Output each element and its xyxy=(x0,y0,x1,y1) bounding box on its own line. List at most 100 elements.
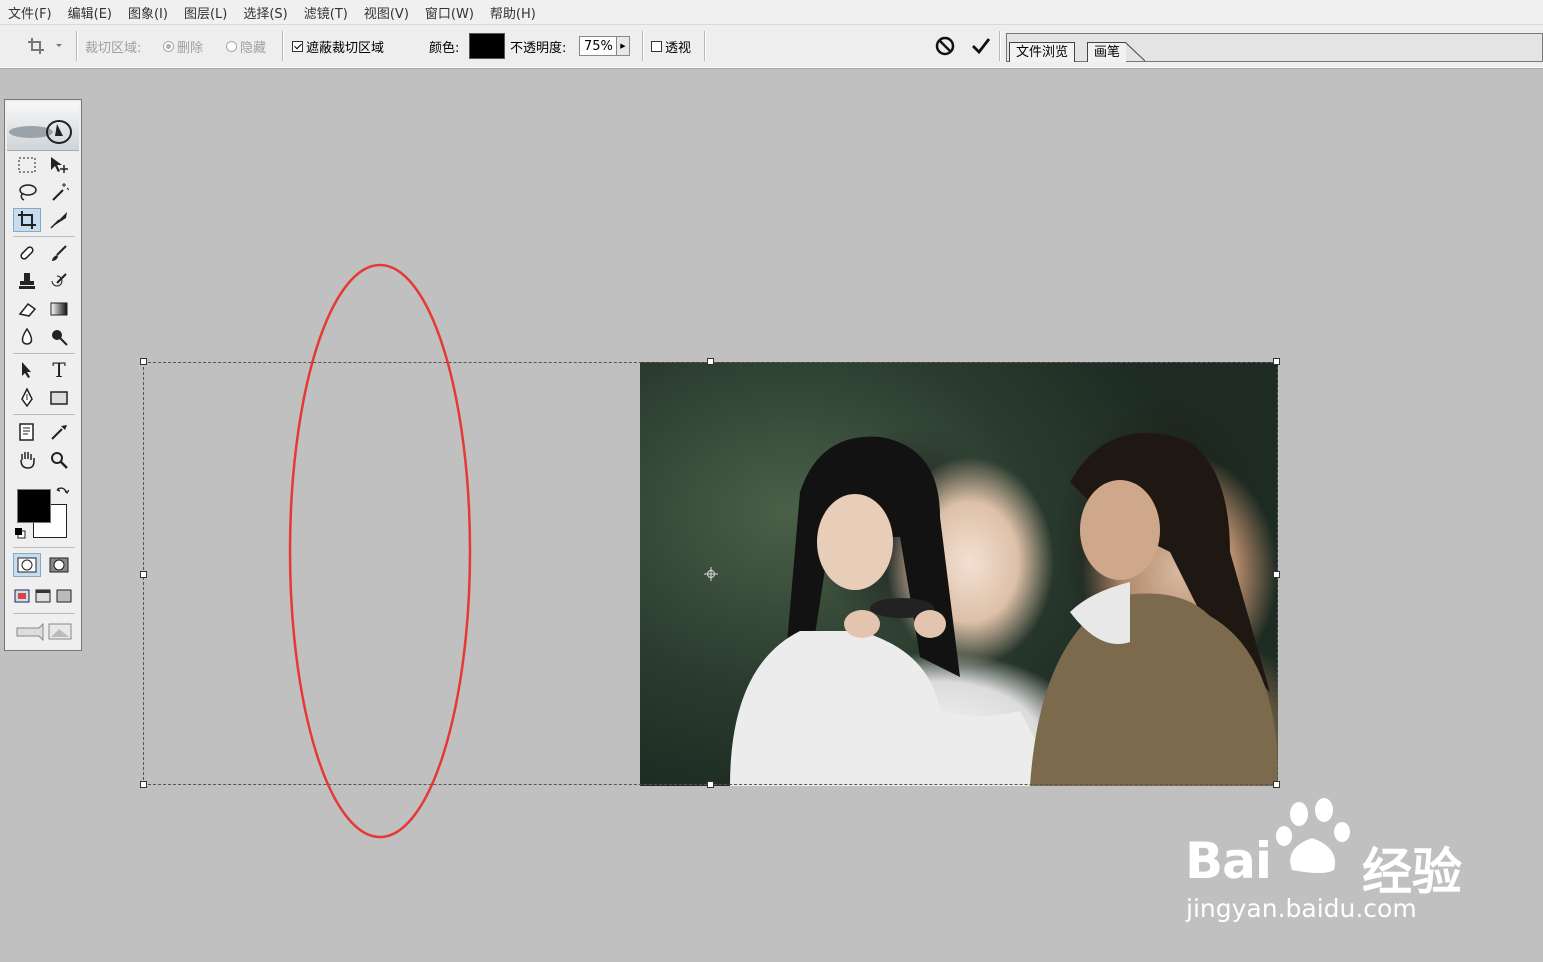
delete-radio[interactable]: 删除 xyxy=(163,25,203,67)
separator xyxy=(13,414,75,415)
separator xyxy=(76,31,78,61)
foreground-color-swatch[interactable] xyxy=(17,489,51,523)
history-brush-tool[interactable] xyxy=(45,269,73,293)
play-arrow-icon[interactable]: ▶ xyxy=(615,37,629,55)
crop-center-point-icon[interactable] xyxy=(704,567,718,581)
marquee-tool[interactable] xyxy=(13,153,41,177)
swap-colors-icon[interactable] xyxy=(55,485,69,499)
tab-edge-decoration xyxy=(1125,42,1145,62)
full-screen-icon[interactable] xyxy=(55,587,73,605)
healing-brush-tool[interactable] xyxy=(13,241,41,265)
toolbox: T xyxy=(4,99,82,651)
feather-logo-icon xyxy=(9,120,72,144)
checkbox-icon xyxy=(292,40,303,52)
color-label: 颜色: xyxy=(429,40,460,56)
notes-icon xyxy=(19,423,34,441)
tool-preset-picker[interactable] xyxy=(26,25,62,67)
zoom-tool[interactable] xyxy=(45,448,73,472)
crop-area-label: 裁切区域: xyxy=(85,40,142,56)
cancel-button[interactable] xyxy=(934,25,956,67)
crop-handle-top-left[interactable] xyxy=(140,358,147,365)
tab-brushes[interactable]: 画笔 xyxy=(1087,42,1127,62)
path-selection-tool[interactable] xyxy=(13,358,41,382)
hand-tool[interactable] xyxy=(13,448,41,472)
shape-tool[interactable] xyxy=(45,386,73,410)
eraser-tool[interactable] xyxy=(13,297,41,321)
shield-checkbox[interactable]: 遮蔽裁切区域 xyxy=(292,25,384,67)
standard-mode-button[interactable] xyxy=(13,553,41,577)
eraser-icon xyxy=(18,302,37,317)
move-icon xyxy=(51,157,68,173)
brush-tool[interactable] xyxy=(45,241,73,265)
pen-tool[interactable] xyxy=(13,386,41,410)
healing-brush-icon xyxy=(20,246,34,260)
standard-screen-icon[interactable] xyxy=(13,587,31,605)
separator xyxy=(704,31,706,61)
tab-file-browser[interactable]: 文件浏览 xyxy=(1009,42,1076,62)
eyedropper-tool[interactable] xyxy=(45,420,73,444)
pen-icon xyxy=(21,388,33,408)
quick-mask-button[interactable] xyxy=(45,553,73,577)
type-tool[interactable]: T xyxy=(45,358,73,382)
menu-layer[interactable]: 图层(L) xyxy=(176,3,235,22)
perspective-checkbox[interactable]: 透视 xyxy=(651,25,691,67)
menu-view[interactable]: 视图(V) xyxy=(356,3,417,22)
menu-select[interactable]: 选择(S) xyxy=(235,3,295,22)
hide-label: 隐藏 xyxy=(240,40,267,56)
shield-color-field[interactable] xyxy=(467,25,505,67)
full-screen-menu-icon[interactable] xyxy=(34,587,52,605)
default-colors-icon[interactable] xyxy=(14,527,26,539)
jump-to-imageready-icon[interactable] xyxy=(15,620,75,642)
shield-color-swatch[interactable] xyxy=(469,33,505,59)
crop-handle-middle-left[interactable] xyxy=(140,571,147,578)
checkbox-icon xyxy=(651,40,662,52)
gradient-icon xyxy=(50,302,68,316)
crop-icon xyxy=(28,38,62,54)
dodge-tool[interactable] xyxy=(45,325,73,349)
blur-tool[interactable] xyxy=(13,325,41,349)
menu-image[interactable]: 图象(I) xyxy=(120,3,176,22)
menu-filter[interactable]: 滤镜(T) xyxy=(296,3,356,22)
hide-radio[interactable]: 隐藏 xyxy=(226,25,266,67)
commit-button[interactable] xyxy=(970,25,992,67)
menu-bar: 文件(F) 编辑(E) 图象(I) 图层(L) 选择(S) 滤镜(T) 视图(V… xyxy=(0,0,1543,25)
separator xyxy=(13,613,75,614)
clone-stamp-tool[interactable] xyxy=(13,269,41,293)
magic-wand-tool[interactable] xyxy=(45,180,73,204)
radio-icon xyxy=(163,40,174,52)
crop-handle-bottom-center[interactable] xyxy=(707,781,714,788)
menu-file[interactable]: 文件(F) xyxy=(0,3,60,22)
crop-handle-top-center[interactable] xyxy=(707,358,714,365)
perspective-label: 透视 xyxy=(665,40,692,56)
adobe-online-button[interactable] xyxy=(7,102,79,151)
palette-well: 文件浏览 画笔 xyxy=(1006,33,1543,62)
standard-mode-icon xyxy=(17,557,37,573)
slice-tool[interactable] xyxy=(45,208,73,232)
eyedropper-icon xyxy=(51,425,67,440)
shield-label: 遮蔽裁切区域 xyxy=(306,40,385,56)
path-selection-icon xyxy=(22,362,31,378)
separator xyxy=(282,31,284,61)
opacity-control[interactable]: 75% ▶ xyxy=(576,25,630,67)
separator xyxy=(642,31,644,61)
menu-window[interactable]: 窗口(W) xyxy=(417,3,482,22)
radio-icon xyxy=(226,40,237,52)
crop-handle-middle-right[interactable] xyxy=(1273,571,1280,578)
menu-edit[interactable]: 编辑(E) xyxy=(60,3,120,22)
history-brush-icon xyxy=(51,273,67,287)
marquee-icon xyxy=(18,157,36,173)
lasso-tool[interactable] xyxy=(13,180,41,204)
menu-help[interactable]: 帮助(H) xyxy=(482,3,544,22)
delete-label: 删除 xyxy=(177,40,204,56)
move-tool[interactable] xyxy=(45,153,73,177)
opacity-value: 75% xyxy=(584,38,613,54)
red-annotation-ellipse xyxy=(288,263,472,839)
crop-handle-bottom-right[interactable] xyxy=(1273,781,1280,788)
blur-icon xyxy=(21,327,33,345)
crop-handle-top-right[interactable] xyxy=(1273,358,1280,365)
gradient-tool[interactable] xyxy=(45,297,73,321)
notes-tool[interactable] xyxy=(13,420,41,444)
opacity-field[interactable]: 75% ▶ xyxy=(579,36,630,56)
crop-handle-bottom-left[interactable] xyxy=(140,781,147,788)
crop-tool[interactable] xyxy=(13,208,41,232)
